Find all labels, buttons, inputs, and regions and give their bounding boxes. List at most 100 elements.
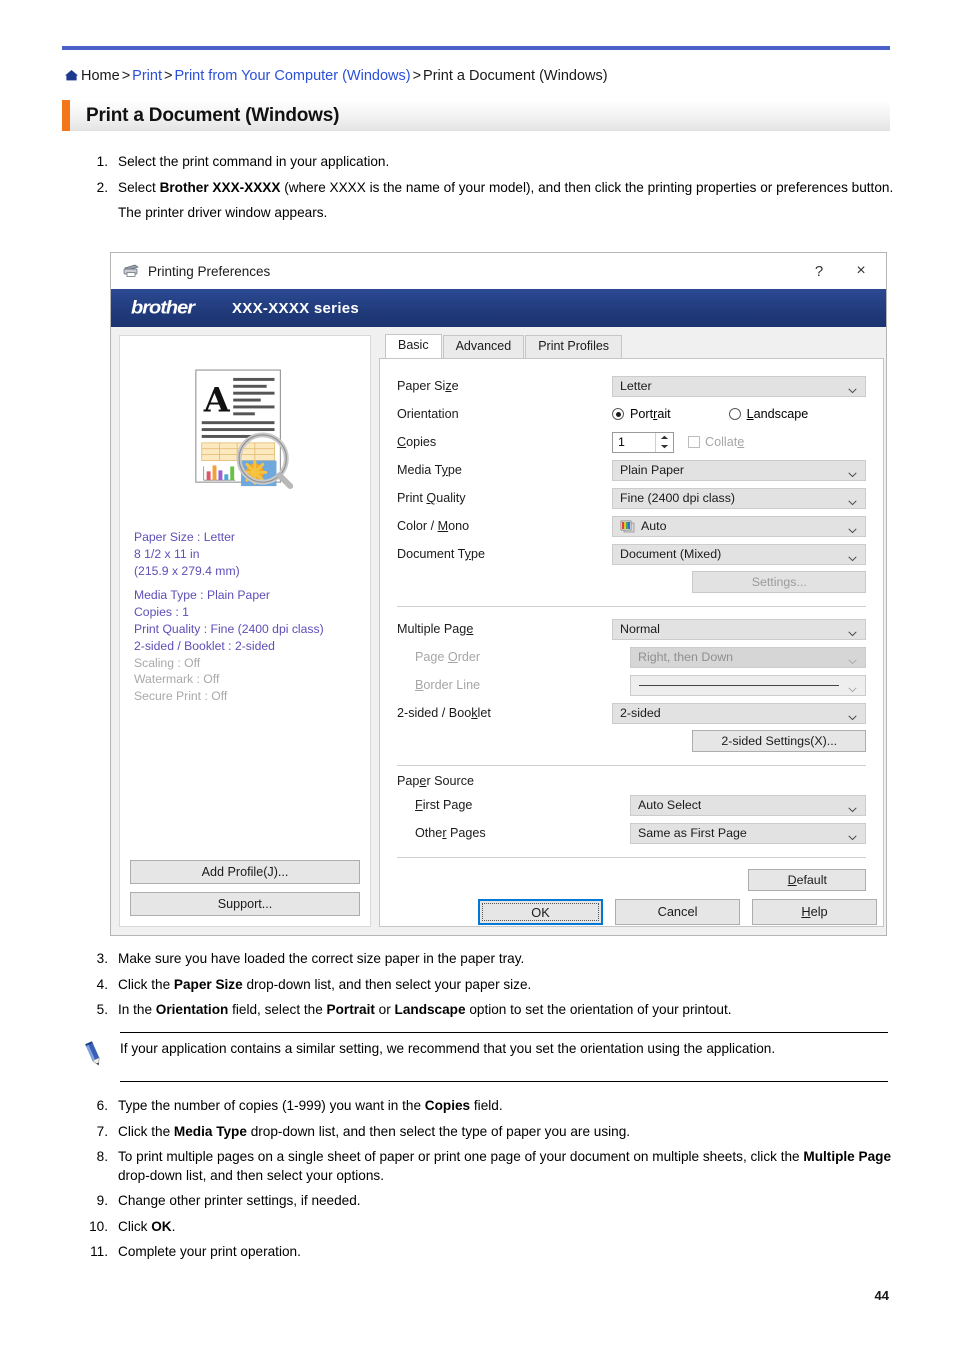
media-type-dropdown[interactable]: Plain Paper bbox=[612, 459, 867, 481]
collate-label: Collate bbox=[705, 435, 745, 449]
list-item: 11. Complete your print operation. bbox=[78, 1243, 898, 1262]
orientation-label: Orientation bbox=[397, 407, 459, 421]
chevron-down-icon bbox=[848, 523, 857, 534]
default-button[interactable]: Default bbox=[748, 869, 867, 891]
media-type-value: Plain Paper bbox=[620, 463, 685, 477]
divider bbox=[397, 857, 867, 858]
cancel-button[interactable]: Cancel bbox=[615, 899, 740, 925]
copies-stepper[interactable]: 1 bbox=[612, 431, 674, 453]
chevron-down-icon bbox=[848, 383, 857, 394]
breadcrumb: Home > Print > Print from Your Computer (Win… bbox=[65, 66, 895, 86]
two-sided-booklet-dropdown[interactable]: 2-sided bbox=[612, 702, 867, 724]
multiple-page-value: Normal bbox=[620, 622, 660, 636]
page-heading: Print a Document (Windows) bbox=[62, 100, 890, 131]
add-profile-button[interactable]: Add Profile(J)... bbox=[130, 860, 360, 884]
list-item: 3. Make sure you have loaded the correct… bbox=[78, 950, 898, 969]
help-button[interactable]: ? bbox=[798, 256, 840, 286]
chevron-down-icon bbox=[660, 445, 669, 449]
preview-pane: A Paper Size: Letter 8 1/2 x 11 in (215… bbox=[119, 335, 371, 927]
breadcrumb-item-print-from-computer[interactable]: Print from Your Computer (Windows) bbox=[174, 68, 410, 84]
color-mono-dropdown[interactable]: Auto bbox=[612, 515, 867, 537]
paper-size-dropdown[interactable]: Letter bbox=[612, 375, 867, 397]
print-quality-label: Print Quality bbox=[397, 491, 466, 505]
breadcrumb-item-print[interactable]: Print bbox=[132, 68, 162, 84]
multiple-page-dropdown[interactable]: Normal bbox=[612, 618, 867, 640]
color-swatch-icon bbox=[620, 520, 635, 533]
chevron-down-icon bbox=[848, 654, 857, 665]
chevron-down-icon bbox=[848, 830, 857, 841]
dialog-body: A Paper Size: Letter 8 1/2 x 11 in (215… bbox=[111, 327, 886, 935]
other-pages-dropdown[interactable]: Same as First Page bbox=[630, 822, 867, 844]
first-page-value: Auto Select bbox=[638, 798, 702, 812]
step-number: 7. bbox=[96, 1123, 108, 1139]
step-number: 2. bbox=[96, 179, 108, 195]
step-text: To print multiple pages on a single shee… bbox=[118, 1149, 892, 1183]
ok-button[interactable]: OK bbox=[478, 899, 603, 925]
collate-checkbox[interactable] bbox=[688, 436, 700, 448]
document-type-label: Document Type bbox=[397, 547, 485, 561]
orientation-landscape-label: Landscape bbox=[746, 407, 809, 421]
field-copies: Copies 1 Collate bbox=[397, 428, 866, 456]
help-button[interactable]: Help bbox=[752, 899, 877, 925]
tab-print-profiles[interactable]: Print Profiles bbox=[525, 335, 623, 358]
settings-button[interactable]: Settings... bbox=[692, 571, 867, 593]
page-number: 44 bbox=[874, 1288, 889, 1303]
paper-source-label: Paper Source bbox=[397, 774, 475, 788]
printing-preferences-dialog: Printing Preferences ? × brother XXX-XXX… bbox=[110, 252, 887, 936]
page-order-label: Page Order bbox=[415, 650, 481, 664]
collate-checkbox-row[interactable]: Collate bbox=[688, 435, 744, 449]
step-text: Select Brother XXX-XXXX (where XXXX is t… bbox=[118, 179, 894, 195]
page-title: Print a Document (Windows) bbox=[86, 104, 340, 126]
field-page-order: Page Order Right, then Down bbox=[397, 643, 867, 671]
list-item: 8. To print multiple pages on a single s… bbox=[78, 1148, 898, 1185]
document-type-value: Document (Mixed) bbox=[620, 547, 722, 561]
steps-list-after: 6. Type the number of copies (1-999) you… bbox=[78, 1097, 898, 1269]
two-sided-settings-button[interactable]: 2-sided Settings(X)... bbox=[692, 730, 867, 752]
chevron-up-icon bbox=[660, 435, 669, 439]
note-text: If your application contains a similar s… bbox=[120, 1041, 776, 1056]
chevron-down-icon bbox=[848, 626, 857, 637]
step-text: Change other printer settings, if needed… bbox=[118, 1193, 361, 1208]
border-line-label: Border Line bbox=[415, 678, 481, 692]
tab-advanced[interactable]: Advanced bbox=[442, 335, 525, 358]
settings-pane: Basic Advanced Print Profiles Paper Size… bbox=[379, 334, 885, 927]
basic-tab-panel: Paper Size Letter Orientation Portrait L… bbox=[379, 358, 885, 927]
list-item: 6. Type the number of copies (1-999) you… bbox=[78, 1097, 898, 1116]
steps-list-middle: 3. Make sure you have loaded the correct… bbox=[78, 950, 898, 1027]
close-icon[interactable]: × bbox=[840, 256, 882, 286]
step-number: 5. bbox=[96, 1002, 108, 1017]
step-number: 9. bbox=[96, 1193, 108, 1208]
step-text: Click OK. bbox=[118, 1218, 176, 1234]
multiple-page-label: Multiple Page bbox=[397, 622, 474, 636]
step-number: 4. bbox=[96, 976, 108, 992]
chevron-down-icon bbox=[848, 467, 857, 478]
orientation-landscape-radio[interactable] bbox=[728, 408, 741, 420]
color-mono-value: Auto bbox=[641, 519, 667, 533]
list-item: 9. Change other printer settings, if nee… bbox=[78, 1192, 898, 1211]
row-settings-button: Settings... bbox=[397, 568, 867, 596]
copies-spin-arrows[interactable] bbox=[655, 432, 673, 452]
border-line-sample bbox=[639, 684, 839, 686]
step-number: 1. bbox=[96, 154, 108, 169]
brother-logo: brother bbox=[131, 297, 195, 318]
step-text: Select the print command in your applica… bbox=[118, 154, 390, 169]
field-paper-size: Paper Size Letter bbox=[397, 372, 867, 400]
page-order-value: Right, then Down bbox=[638, 650, 734, 664]
field-color-mono: Color / Mono Auto bbox=[397, 512, 867, 540]
divider bbox=[397, 765, 867, 766]
tab-basic[interactable]: Basic bbox=[385, 334, 442, 358]
print-quality-dropdown[interactable]: Fine (2400 dpi class) bbox=[612, 487, 867, 509]
first-page-dropdown[interactable]: Auto Select bbox=[630, 794, 867, 816]
step-text: In the Orientation field, select the Por… bbox=[118, 1002, 732, 1017]
orientation-portrait-radio[interactable] bbox=[612, 408, 624, 420]
preview-copies: Copies : 1 bbox=[134, 605, 189, 620]
breadcrumb-separator: > bbox=[412, 68, 422, 84]
list-item: 2. Select Brother XXX-XXXX (where XXXX i… bbox=[78, 179, 898, 223]
document-type-dropdown[interactable]: Document (Mixed) bbox=[612, 543, 867, 565]
preview-settings-summary: Paper Size : Letter 8 1/2 x 11 in (215.9… bbox=[120, 521, 370, 852]
list-item: 4. Click the Paper Size drop-down list, … bbox=[78, 976, 898, 995]
field-border-line: Border Line bbox=[397, 671, 867, 699]
step-text: Type the number of copies (1-999) you wa… bbox=[118, 1098, 503, 1113]
chevron-down-icon bbox=[848, 802, 857, 813]
list-item: 10. Click OK. bbox=[78, 1218, 898, 1237]
